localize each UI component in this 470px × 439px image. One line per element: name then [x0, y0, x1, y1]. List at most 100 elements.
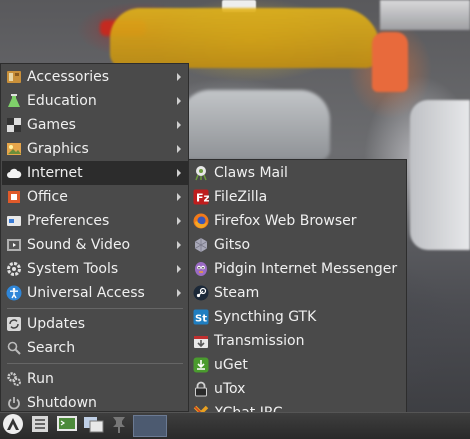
- gear-icon: [6, 261, 22, 277]
- app-firefox[interactable]: Firefox Web Browser: [190, 209, 406, 233]
- menu-item-label: Accessories: [27, 69, 110, 85]
- menu-item-office[interactable]: Office: [2, 185, 188, 209]
- chevron-right-icon: [177, 289, 181, 297]
- app-label: Gitso: [214, 237, 251, 253]
- file-manager-button[interactable]: [28, 414, 52, 438]
- taskbar: [0, 412, 470, 439]
- app-syncthing[interactable]: St Syncthing GTK: [190, 305, 406, 329]
- menu-item-label: Education: [27, 93, 97, 109]
- internet-submenu: Claws Mail Fz FileZilla Firefox Web Brow…: [188, 159, 407, 423]
- app-label: FileZilla: [214, 189, 268, 205]
- updates-icon: [6, 316, 22, 332]
- menu-item-label: Graphics: [27, 141, 89, 157]
- internet-cloud-icon: [6, 165, 22, 181]
- menu-item-label: Games: [27, 117, 76, 133]
- app-label: Claws Mail: [214, 165, 288, 181]
- menu-separator: [7, 363, 183, 364]
- menu-separator: [7, 308, 183, 309]
- utox-icon: [193, 381, 209, 397]
- app-transmission[interactable]: Transmission: [190, 329, 406, 353]
- menu-item-run[interactable]: Run: [2, 367, 188, 391]
- filezilla-icon: Fz: [193, 189, 209, 205]
- menu-item-universal-access[interactable]: Universal Access: [2, 281, 188, 305]
- menu-item-label: Preferences: [27, 213, 110, 229]
- app-claws-mail[interactable]: Claws Mail: [190, 161, 406, 185]
- show-desktop-icon: [83, 414, 105, 438]
- menu-item-label: Updates: [27, 316, 85, 332]
- chevron-right-icon: [177, 193, 181, 201]
- menu-item-sound-video[interactable]: Sound & Video: [2, 233, 188, 257]
- app-pidgin[interactable]: Pidgin Internet Messenger: [190, 257, 406, 281]
- menu-item-accessories[interactable]: Accessories: [2, 65, 188, 89]
- chevron-right-icon: [177, 97, 181, 105]
- steam-icon: [193, 285, 209, 301]
- app-label: Steam: [214, 285, 260, 301]
- app-label: Syncthing GTK: [214, 309, 317, 325]
- office-icon: [6, 189, 22, 205]
- app-filezilla[interactable]: Fz FileZilla: [190, 185, 406, 209]
- accessibility-icon: [6, 285, 22, 301]
- app-label: Pidgin Internet Messenger: [214, 261, 398, 277]
- start-menu-icon: [2, 413, 24, 439]
- chevron-right-icon: [177, 217, 181, 225]
- file-manager-icon: [30, 414, 50, 438]
- chevron-right-icon: [177, 265, 181, 273]
- run-icon: [6, 371, 22, 387]
- claws-mail-icon: [193, 165, 209, 181]
- menu-item-label: Universal Access: [27, 285, 145, 301]
- transmission-icon: [193, 333, 209, 349]
- wallpaper-car: [380, 0, 470, 30]
- show-desktop-button[interactable]: [82, 414, 106, 438]
- menu-item-education[interactable]: Education: [2, 89, 188, 113]
- app-steam[interactable]: Steam: [190, 281, 406, 305]
- svg-text:St: St: [195, 314, 207, 325]
- terminal-button[interactable]: [55, 414, 79, 438]
- app-label: Transmission: [214, 333, 305, 349]
- menu-item-label: Shutdown: [27, 395, 97, 411]
- menu-item-preferences[interactable]: Preferences: [2, 209, 188, 233]
- firefox-icon: [193, 213, 209, 229]
- syncthing-icon: St: [193, 309, 209, 325]
- start-menu-button[interactable]: [1, 414, 25, 438]
- menu-item-label: Run: [27, 371, 54, 387]
- svg-text:Fz: Fz: [196, 192, 209, 205]
- wallpaper-car: [410, 100, 470, 250]
- gitso-icon: [193, 237, 209, 253]
- games-icon: [6, 117, 22, 133]
- application-menu: Accessories Education Games Graphics Int…: [0, 63, 189, 412]
- wallpaper-rider: [372, 32, 408, 92]
- app-label: uGet: [214, 357, 248, 373]
- menu-item-label: System Tools: [27, 261, 119, 277]
- menu-item-internet[interactable]: Internet: [2, 161, 188, 185]
- preferences-icon: [6, 213, 22, 229]
- chevron-right-icon: [177, 121, 181, 129]
- app-uget[interactable]: uGet: [190, 353, 406, 377]
- menu-item-label: Sound & Video: [27, 237, 131, 253]
- app-utox[interactable]: uTox: [190, 377, 406, 401]
- menu-item-label: Internet: [27, 165, 83, 181]
- chevron-right-icon: [177, 73, 181, 81]
- power-icon: [6, 395, 22, 411]
- education-icon: [6, 93, 22, 109]
- menu-item-graphics[interactable]: Graphics: [2, 137, 188, 161]
- terminal-icon: [56, 414, 78, 438]
- wallpaper-taxi: [110, 8, 380, 68]
- menu-item-search[interactable]: Search: [2, 336, 188, 360]
- accessories-icon: [6, 69, 22, 85]
- graphics-icon: [6, 141, 22, 157]
- menu-item-label: Office: [27, 189, 68, 205]
- pidgin-icon: [193, 261, 209, 277]
- uget-icon: [193, 357, 209, 373]
- pin-icon: [110, 414, 128, 438]
- menu-item-system-tools[interactable]: System Tools: [2, 257, 188, 281]
- pin-button[interactable]: [107, 414, 131, 438]
- chevron-right-icon: [177, 241, 181, 249]
- chevron-right-icon: [177, 169, 181, 177]
- app-label: uTox: [214, 381, 246, 397]
- chevron-right-icon: [177, 145, 181, 153]
- wallpaper-car: [180, 90, 330, 160]
- menu-item-games[interactable]: Games: [2, 113, 188, 137]
- taskbar-window-button[interactable]: [133, 415, 167, 437]
- menu-item-updates[interactable]: Updates: [2, 312, 188, 336]
- app-gitso[interactable]: Gitso: [190, 233, 406, 257]
